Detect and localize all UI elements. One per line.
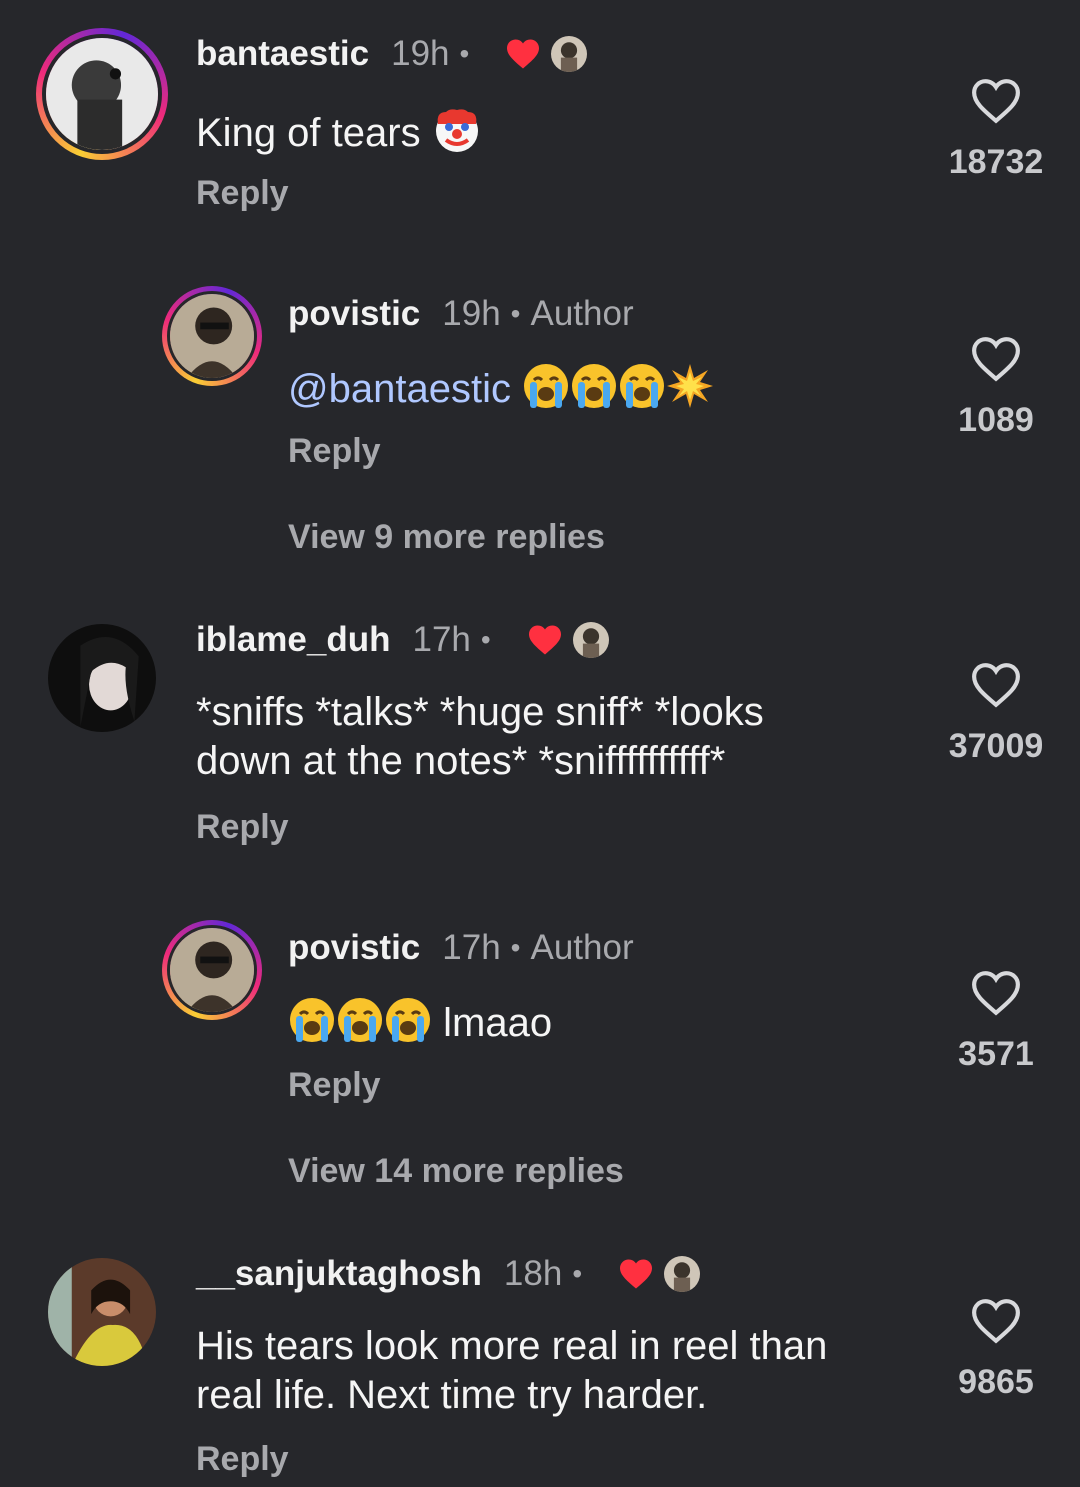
timestamp: 19h [391,34,450,73]
comment-bantaestic: bantaestic 19h • King of tears Reply 187… [0,0,1080,240]
like-control: 18732 [936,78,1056,182]
avatar-photo [170,294,254,378]
reply-button[interactable]: Reply [288,432,381,471]
reply-button[interactable]: Reply [196,808,289,847]
like-count: 18732 [948,143,1044,181]
timestamp: 19h [442,294,501,333]
separator-dot: • [510,932,521,963]
clown-face-icon [432,104,482,166]
loudly-crying-face-icon [618,362,666,422]
username[interactable]: povistic [288,294,420,334]
like-control: 3571 [936,970,1056,1074]
avatar-photo [170,928,254,1012]
username[interactable]: povistic [288,928,420,968]
author-badge: Author [530,294,634,333]
comment-text: lmaao [443,1001,553,1045]
comment-text-line: *sniffs *talks* *huge sniff* *looks [196,690,764,734]
like-count: 3571 [958,1035,1034,1073]
view-more-replies-button[interactable]: View 9 more replies [288,518,605,557]
like-count: 37009 [948,727,1044,765]
like-control: 1089 [936,336,1056,440]
avatar-photo [46,38,158,150]
author-liked-heart-icon [505,38,541,70]
reply-button[interactable]: Reply [196,1440,289,1479]
timestamp: 17h [412,620,471,659]
like-control: 9865 [936,1298,1056,1402]
heart-outline-icon[interactable] [936,662,1056,713]
loudly-crying-face-icon [570,362,618,422]
avatar[interactable] [48,1258,156,1366]
loudly-crying-face-icon [522,362,570,422]
collision-icon [666,362,714,422]
separator-dot: • [459,38,470,69]
view-more-replies-button[interactable]: View 14 more replies [288,1152,624,1191]
comment-sanjuktaghosh: __sanjuktaghosh 18h • His tears look mor… [0,1220,1080,1487]
comment-text: King of tears [196,111,421,155]
timestamp: 17h [442,928,501,967]
author-avatar-mini [664,1256,701,1292]
reply-button[interactable]: Reply [196,174,289,213]
timestamp: 18h [503,1254,563,1293]
author-liked-heart-icon [527,624,563,656]
comment-text-line: His tears look more real in reel than [196,1324,828,1368]
heart-outline-icon[interactable] [936,336,1056,387]
loudly-crying-face-icon [336,996,384,1056]
like-count: 9865 [958,1363,1034,1401]
heart-outline-icon[interactable] [936,1298,1056,1349]
mention-link[interactable]: @bantaestic [288,367,511,411]
comment-text-line: down at the notes* *sniffffffffff* [196,739,726,783]
comment-povistic-reply-2: povistic 17h • Author lmaao Reply View 1… [0,880,1080,1220]
username[interactable]: iblame_duh [196,620,390,660]
separator-dot: • [572,1258,583,1289]
avatar[interactable] [36,28,168,160]
author-avatar-mini [572,622,609,658]
avatar-photo [48,1258,156,1366]
username[interactable]: __sanjuktaghosh [196,1254,482,1294]
like-count: 1089 [958,401,1034,439]
separator-dot: • [510,298,521,329]
author-liked-heart-icon [618,1258,654,1290]
username[interactable]: bantaestic [196,34,369,74]
reply-button[interactable]: Reply [288,1066,381,1105]
separator-dot: • [480,624,491,655]
avatar[interactable] [162,920,262,1020]
comment-povistic-reply-1: povistic 19h • Author @bantaestic Reply … [0,240,1080,580]
heart-outline-icon[interactable] [936,78,1056,129]
loudly-crying-face-icon [288,996,336,1056]
author-badge: Author [530,928,634,967]
comment-text-line: real life. Next time try harder. [196,1373,708,1417]
heart-outline-icon[interactable] [936,970,1056,1021]
comment-iblame-duh: iblame_duh 17h • *sniffs *talks* *huge s… [0,580,1080,880]
avatar[interactable] [48,624,156,732]
avatar[interactable] [162,286,262,386]
author-avatar-mini [551,36,588,72]
avatar-photo [48,624,156,732]
like-control: 37009 [936,662,1056,766]
loudly-crying-face-icon [384,996,432,1056]
